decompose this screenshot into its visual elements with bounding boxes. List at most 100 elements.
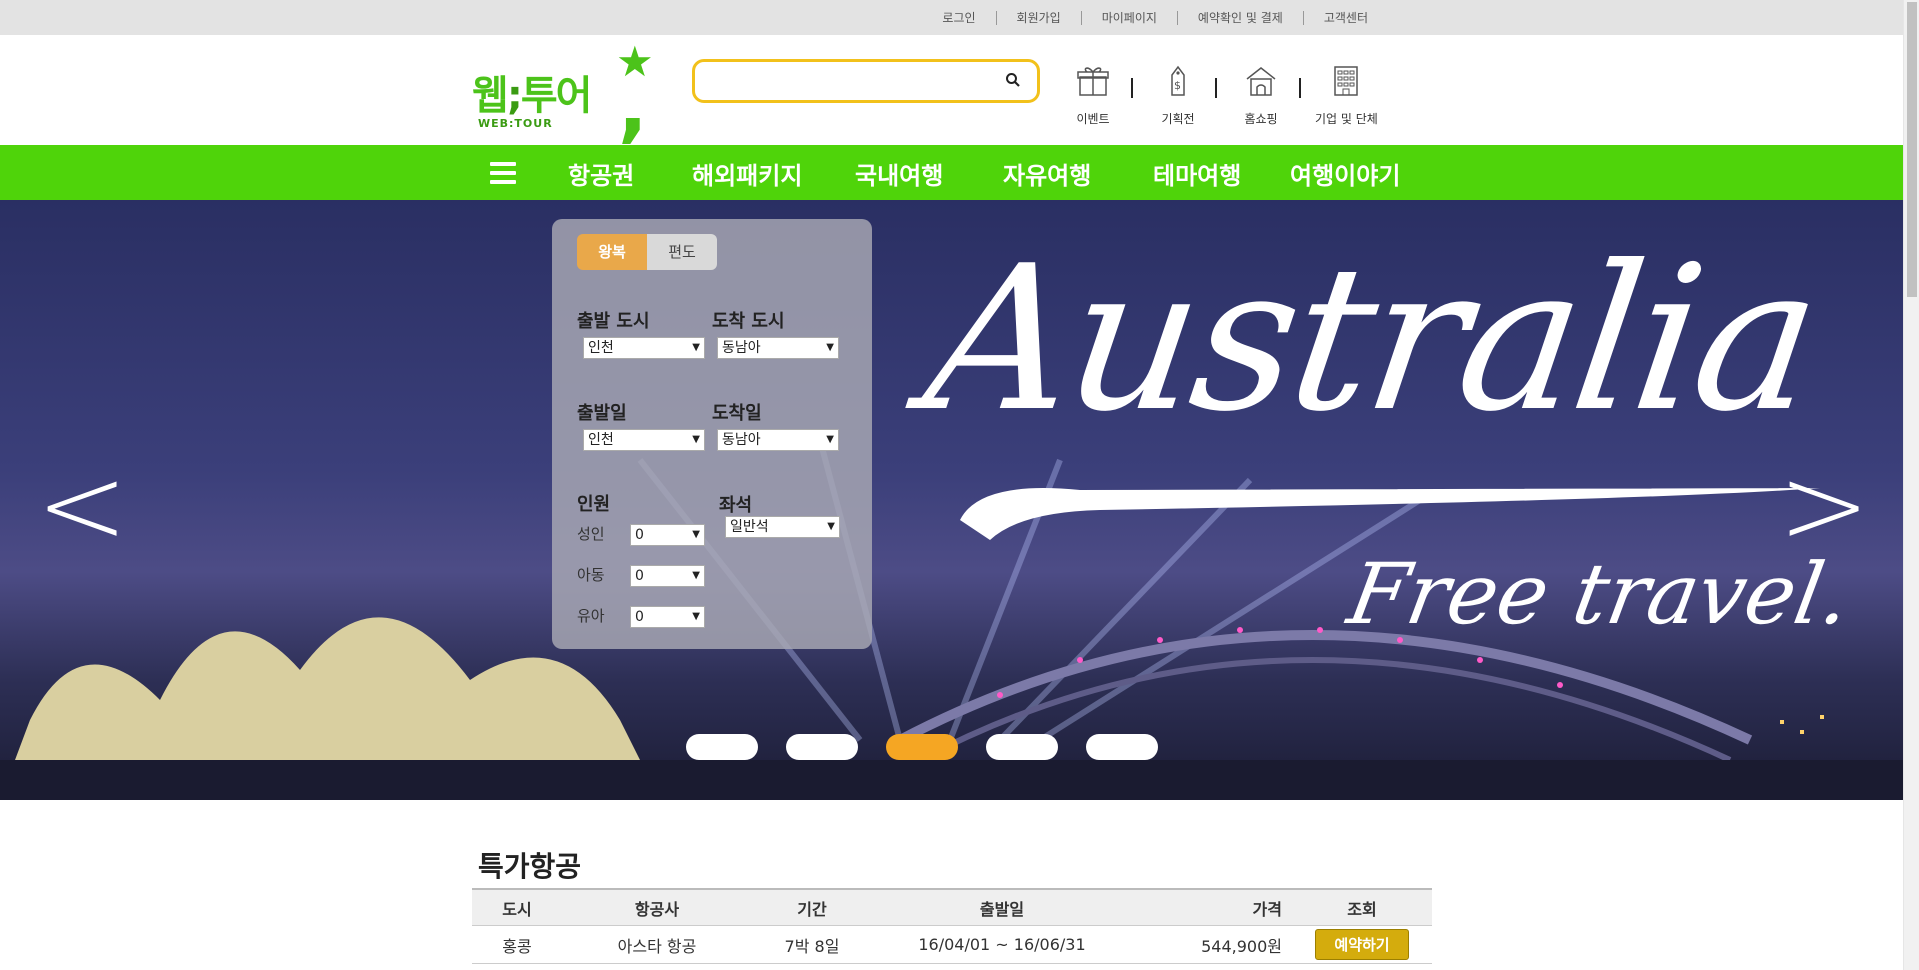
child-count-value: 0 [635, 568, 644, 584]
reservation-link[interactable]: 예약확인 및 결제 [1176, 10, 1303, 25]
hero-next-arrow[interactable]: > [1778, 450, 1870, 560]
comma-mark-icon: , [618, 62, 648, 152]
search-icon[interactable] [1005, 72, 1021, 92]
special-flights-title: 특가항공 [478, 850, 582, 883]
adult-count-select[interactable]: 0 ▼ [630, 524, 705, 546]
chevron-down-icon: ▼ [827, 521, 835, 532]
site-logo[interactable]: 웹;투어 WEB:TOUR ★ , [470, 37, 660, 152]
infant-count-value: 0 [635, 609, 644, 625]
chevron-down-icon: ▼ [826, 342, 834, 353]
search-box[interactable] [692, 59, 1040, 103]
child-count-select[interactable]: 0 ▼ [630, 565, 705, 587]
home-shopping-icon [1243, 63, 1279, 102]
utility-links: 로그인 회원가입 마이페이지 예약확인 및 결제 고객센터 [922, 0, 1388, 35]
nav-item-flights[interactable]: 항공권 [568, 156, 634, 191]
quick-link-label: 기업 및 단체 [1315, 112, 1378, 126]
logo-english-text: WEB:TOUR [478, 117, 553, 130]
depart-city-value: 인천 [588, 340, 614, 356]
arrive-city-value: 동남아 [722, 340, 761, 356]
chevron-down-icon: ▼ [692, 570, 700, 581]
cell-airline: 아스타 항공 [617, 936, 697, 956]
nav-item-domestic-travel[interactable]: 국내여행 [855, 156, 943, 191]
book-button[interactable]: 예약하기 [1315, 929, 1409, 960]
slide-dot[interactable] [986, 734, 1058, 760]
chevron-down-icon: ▼ [692, 342, 700, 353]
tab-round-trip[interactable]: 왕복 [577, 234, 647, 270]
login-link[interactable]: 로그인 [922, 11, 995, 25]
column-header-period: 기간 [797, 899, 827, 919]
trip-type-tabs: 왕복 편도 [577, 234, 717, 270]
depart-date-value: 인천 [588, 432, 614, 448]
arrive-city-label: 도착 도시 [712, 311, 785, 332]
child-label: 아동 [577, 566, 605, 584]
svg-text:$: $ [1174, 79, 1181, 92]
quick-link-divider [1299, 78, 1301, 98]
page-scrollbar[interactable] [1903, 0, 1919, 970]
seat-label: 좌석 [719, 495, 753, 516]
quick-link-divider [1215, 78, 1217, 98]
gift-icon [1075, 63, 1111, 102]
price-tag-icon: $ [1160, 63, 1196, 102]
hamburger-menu-icon[interactable] [490, 162, 516, 184]
slide-indicators [686, 734, 1186, 760]
slide-dot-active[interactable] [886, 734, 958, 760]
column-header-city: 도시 [502, 899, 532, 919]
tab-one-way[interactable]: 편도 [647, 234, 717, 270]
cell-departure-dates: 16/04/01 ~ 16/06/31 [918, 935, 1086, 954]
seat-class-value: 일반석 [730, 519, 769, 535]
slide-dot[interactable] [686, 734, 758, 760]
main-navigation: 항공권 해외패키지 국내여행 자유여행 테마여행 여행이야기 [0, 145, 1903, 200]
hero-swoosh [960, 488, 1820, 540]
cell-period: 7박 8일 [784, 936, 840, 956]
top-utility-bar: 로그인 회원가입 마이페이지 예약확인 및 결제 고객센터 [0, 0, 1903, 35]
chevron-down-icon: ▼ [826, 434, 834, 445]
quick-link-event[interactable]: 이벤트 [1075, 63, 1111, 127]
quick-link-divider [1131, 78, 1133, 98]
column-header-airline: 항공사 [634, 899, 680, 919]
quick-link-homeshopping[interactable]: 홈쇼핑 [1243, 63, 1279, 127]
table-row: 홍콩 아스타 항공 7박 8일 16/04/01 ~ 16/06/31 544,… [472, 926, 1432, 964]
search-input[interactable] [705, 62, 995, 98]
slide-dot[interactable] [1086, 734, 1158, 760]
chevron-down-icon: ▼ [692, 611, 700, 622]
arrive-date-select[interactable]: 동남아 ▼ [717, 429, 839, 451]
flight-booking-panel: 왕복 편도 출발 도시 도착 도시 인천 ▼ 동남아 ▼ 출발일 도착일 인천 ▼ 동… [552, 219, 872, 649]
arrive-date-label: 도착일 [712, 403, 762, 424]
adult-count-value: 0 [635, 527, 644, 543]
seat-class-select[interactable]: 일반석 ▼ [725, 516, 840, 538]
quick-link-corporate[interactable]: 기업 및 단체 [1315, 63, 1378, 127]
arrive-city-select[interactable]: 동남아 ▼ [717, 337, 839, 359]
people-label: 인원 [577, 494, 611, 515]
cell-price: 544,900원 [1201, 936, 1282, 956]
slide-dot[interactable] [786, 734, 858, 760]
hero-prev-arrow[interactable]: < [36, 450, 128, 560]
building-icon [1328, 63, 1364, 102]
chevron-down-icon: ▼ [692, 529, 700, 540]
infant-count-select[interactable]: 0 ▼ [630, 606, 705, 628]
signup-link[interactable]: 회원가입 [995, 10, 1081, 25]
cell-action: 예약하기 [1292, 929, 1432, 960]
depart-city-label: 출발 도시 [577, 311, 650, 332]
customer-center-link[interactable]: 고객센터 [1302, 10, 1388, 25]
chevron-down-icon: ▼ [692, 434, 700, 445]
column-header-inquiry: 조회 [1347, 899, 1377, 919]
nav-item-free-travel[interactable]: 자유여행 [1003, 156, 1091, 191]
adult-label: 성인 [577, 525, 605, 543]
mypage-link[interactable]: 마이페이지 [1080, 10, 1177, 25]
logo-korean-text: 웹;투어 [472, 73, 592, 119]
nav-item-theme-travel[interactable]: 테마여행 [1153, 156, 1241, 191]
depart-city-select[interactable]: 인천 ▼ [583, 337, 705, 359]
quick-link-exhibition[interactable]: $ 기획전 [1160, 63, 1196, 127]
hero-banner: Australia Free travel. < > [0, 200, 1903, 800]
hero-headline: Australia [913, 223, 1829, 456]
column-header-departure: 출발일 [979, 899, 1025, 919]
depart-date-select[interactable]: 인천 ▼ [583, 429, 705, 451]
scrollbar-thumb[interactable] [1907, 2, 1917, 297]
infant-label: 유아 [577, 607, 605, 625]
table-header-row: 도시 항공사 기간 출발일 가격 조회 [472, 888, 1432, 926]
nav-item-overseas-package[interactable]: 해외패키지 [692, 156, 802, 191]
column-header-price: 가격 [1252, 899, 1282, 919]
nav-item-travel-stories[interactable]: 여행이야기 [1290, 156, 1400, 191]
quick-link-label: 기획전 [1161, 112, 1195, 126]
site-header: 웹;투어 WEB:TOUR ★ , 이벤트 $ 기획전 홈쇼핑 기업 및 단체 [0, 35, 1903, 152]
